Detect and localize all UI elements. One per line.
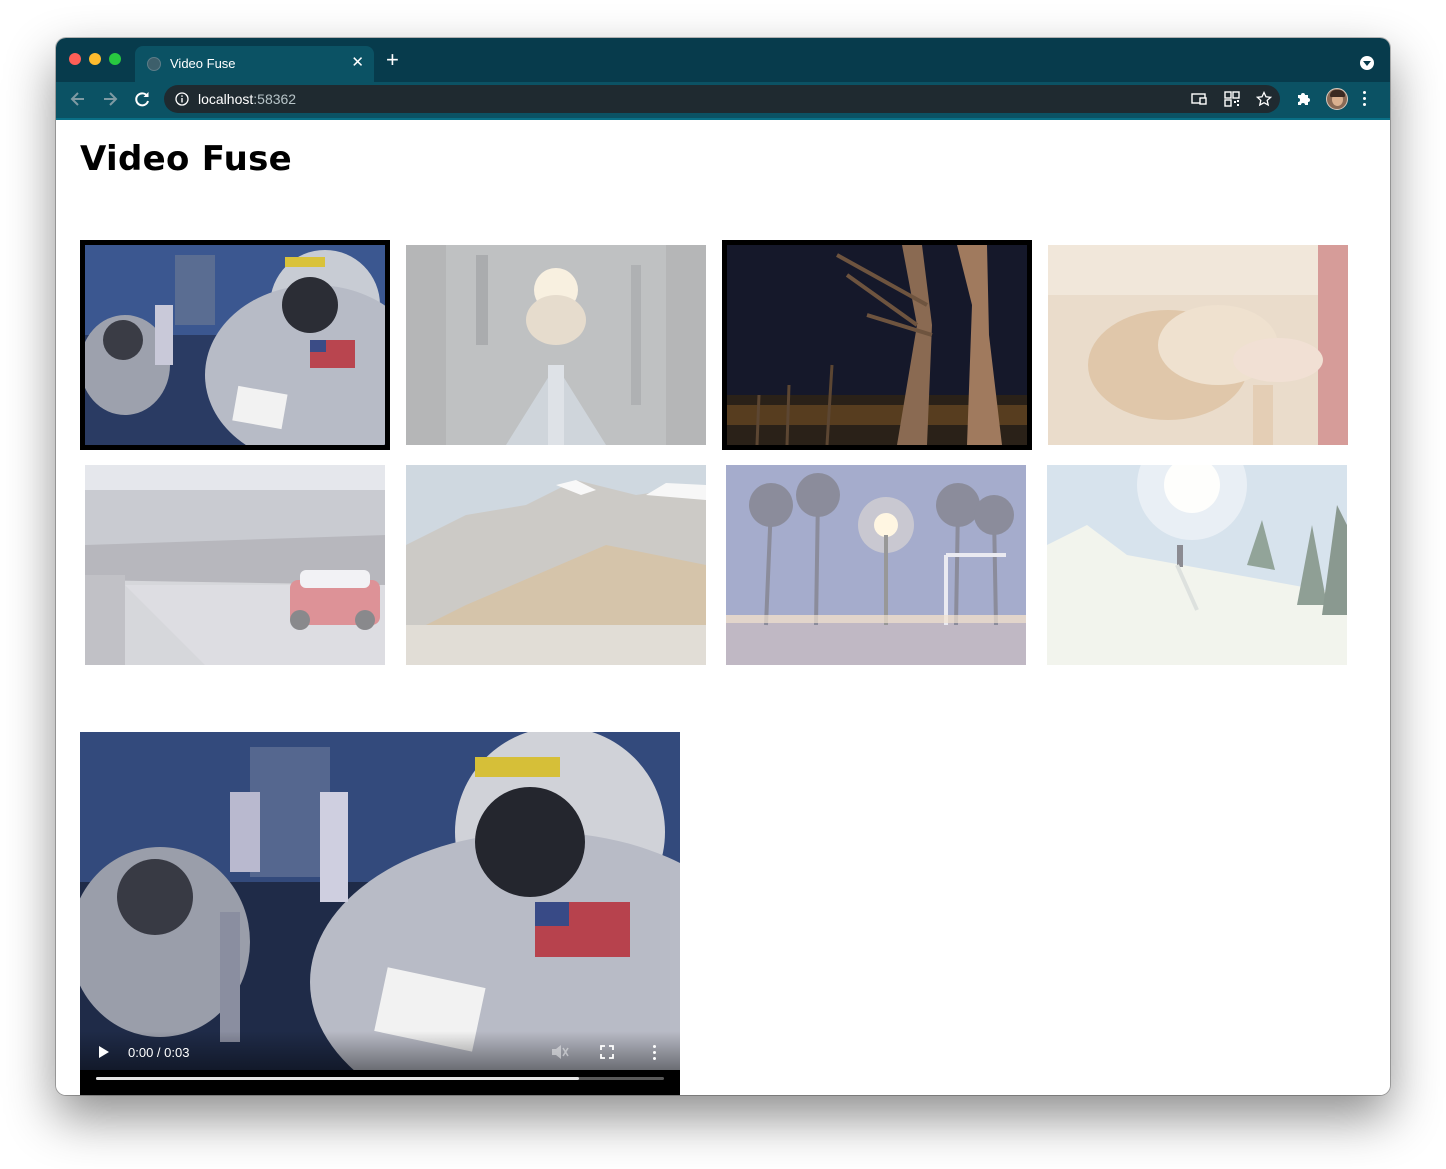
volume-muted-icon[interactable]	[551, 1044, 569, 1060]
url-port: :58362	[253, 91, 297, 107]
rocket-launch-image	[406, 245, 706, 445]
time-display: 0:00 / 0:03	[128, 1045, 190, 1060]
close-window-button[interactable]	[69, 53, 81, 65]
cast-icon[interactable]	[1191, 91, 1207, 107]
video-thumbnail-mountains[interactable]	[406, 465, 706, 665]
video-player[interactable]: 0:00 / 0:03	[80, 732, 680, 1095]
avatar-hair	[1330, 90, 1345, 97]
seek-bar-fill	[96, 1077, 579, 1080]
race-track-image	[85, 465, 385, 665]
video-thumbnail-night-trees[interactable]	[722, 240, 1032, 450]
tab-strip: Video Fuse ✕ +	[56, 38, 1390, 82]
bakery-bread-image	[1048, 245, 1348, 445]
url-host: localhost	[198, 91, 254, 107]
zoom-window-button[interactable]	[109, 53, 121, 65]
play-icon[interactable]	[98, 1045, 110, 1059]
video-frame	[80, 732, 680, 1070]
tab-video-fuse[interactable]: Video Fuse ✕	[135, 46, 374, 82]
extensions-puzzle-icon[interactable]	[1296, 90, 1312, 106]
ski-slope-image	[1047, 465, 1347, 665]
video-thumbnail-palm-street[interactable]	[726, 465, 1026, 665]
astronaut-spacewalk-image	[85, 245, 385, 445]
browser-toolbar: localhost:58362	[56, 82, 1390, 120]
mountains-image	[406, 465, 706, 665]
star-icon[interactable]	[1256, 91, 1272, 107]
reload-icon[interactable]	[131, 88, 153, 110]
fullscreen-icon[interactable]	[600, 1045, 614, 1059]
chrome-menu-icon[interactable]	[1363, 91, 1367, 109]
video-thumbnail-race-track[interactable]	[85, 465, 385, 665]
seek-bar[interactable]	[96, 1077, 664, 1080]
more-options-icon[interactable]	[653, 1045, 657, 1063]
controls-overlay	[80, 1031, 680, 1095]
astronaut-spacewalk-video-frame	[80, 732, 680, 1070]
video-thumbnail-ski-slope[interactable]	[1047, 465, 1347, 665]
new-tab-button[interactable]: +	[386, 48, 399, 72]
page-title: Video Fuse	[80, 139, 292, 179]
tab-search-icon[interactable]	[1360, 56, 1374, 70]
palm-street-night-image	[726, 465, 1026, 665]
info-icon[interactable]	[175, 92, 189, 106]
globe-favicon-icon	[147, 57, 161, 71]
night-trees-image	[727, 245, 1027, 445]
tab-close-icon[interactable]: ✕	[351, 54, 364, 72]
address-bar[interactable]: localhost:58362	[164, 85, 1280, 113]
address-url: localhost:58362	[198, 91, 296, 107]
video-thumbnail-bakery[interactable]	[1048, 245, 1348, 445]
minimize-window-button[interactable]	[89, 53, 101, 65]
forward-arrow-icon[interactable]	[99, 88, 121, 110]
video-thumbnail-rocket[interactable]	[406, 245, 706, 445]
video-thumbnail-astronaut[interactable]	[80, 240, 390, 450]
profile-avatar[interactable]	[1326, 88, 1348, 110]
tab-title: Video Fuse	[170, 56, 236, 71]
browser-window: Video Fuse ✕ + localhost:58362 Video Fus…	[56, 38, 1390, 1095]
page-content: Video Fuse 0:00 / 0:03	[56, 120, 1390, 1095]
qr-code-icon[interactable]	[1224, 91, 1240, 107]
back-arrow-icon[interactable]	[67, 88, 89, 110]
